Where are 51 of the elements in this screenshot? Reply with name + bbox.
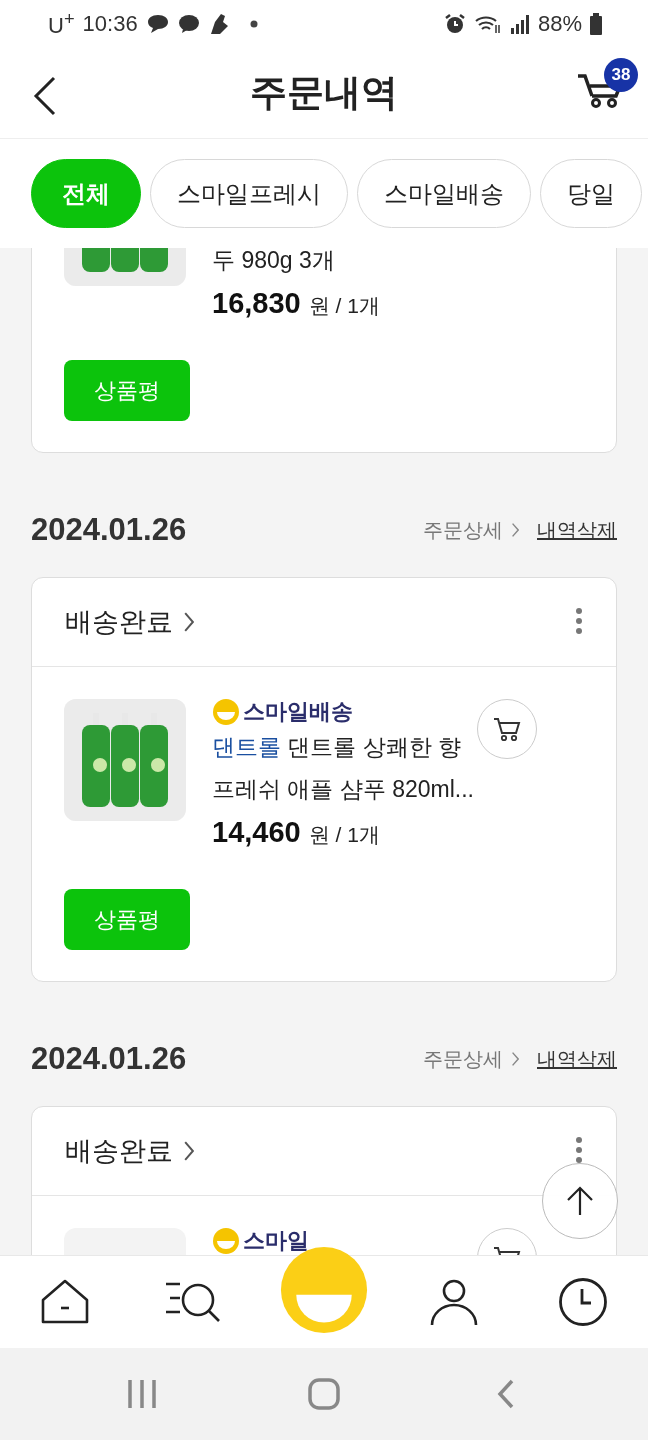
chevron-left-icon [33,76,57,116]
more-menu-button[interactable] [575,1137,583,1163]
filter-tab[interactable]: 스마일배송 [357,159,531,228]
cart-icon [493,716,521,742]
chat-bubble-icon [145,13,170,35]
brand-link[interactable]: 댄트롤 [212,734,281,760]
delivery-status-link[interactable]: 배송완료 [65,604,194,640]
delete-history-link[interactable]: 내역삭제 [537,515,617,545]
filter-tab[interactable]: 당일 [540,159,642,228]
home-icon[interactable] [39,1278,90,1326]
back-nav-icon[interactable] [497,1379,515,1409]
more-vertical-icon [575,608,583,634]
product-name: 두 980g 3개 [212,248,336,275]
person-icon[interactable] [429,1278,478,1326]
product-name: 댄트롤 댄트롤 상쾌한 향 프레쉬 애플 샴푸 820ml... [212,733,475,804]
product-price: 16,830 [212,286,301,321]
signal-icon [509,14,530,34]
order-date: 2024.01.26 [31,515,188,545]
filter-tab[interactable]: 스마일프레시 [150,159,348,228]
order-date: 2024.01.26 [31,1044,188,1074]
page-title: 주문내역 [250,71,398,115]
smile-delivery-label: 스마일 [212,1228,309,1254]
chevron-right-icon [183,1140,194,1162]
wifi-icon [473,13,502,35]
carrier-label: U$^{+}$ [48,8,75,40]
notification-dot-icon [249,20,258,28]
chevron-right-icon [511,1051,519,1067]
price-unit: 원 / 1개 [308,293,380,319]
battery-icon [590,13,602,35]
chevron-right-icon [511,522,519,538]
order-detail-link[interactable]: 주문상세 [423,1044,519,1074]
home-button-icon[interactable] [308,1378,340,1410]
smile-delivery-label: 스마일배송 [212,699,353,725]
alarm-clock-icon [443,13,466,35]
smile-logo-icon [212,698,240,726]
cart-count-badge: 38 [604,58,638,92]
delete-history-link[interactable]: 내역삭제 [537,1044,617,1074]
delivery-status-link[interactable]: 배송완료 [65,1133,194,1169]
more-menu-button[interactable] [575,608,583,634]
more-vertical-icon [575,1137,583,1163]
clock-time: 10:36 [82,11,138,37]
cart-button[interactable]: 38 [576,58,640,108]
price-unit: 원 / 1개 [308,822,380,848]
order-detail-link[interactable]: 주문상세 [423,515,519,545]
back-button[interactable] [33,76,57,116]
clock-icon[interactable] [558,1277,609,1327]
product-price: 14,460 [212,815,301,850]
recent-apps-icon[interactable] [127,1379,157,1409]
chevron-right-icon [183,611,194,633]
battery-percent: 88% [537,11,582,37]
talk-bubble-icon [177,14,200,34]
